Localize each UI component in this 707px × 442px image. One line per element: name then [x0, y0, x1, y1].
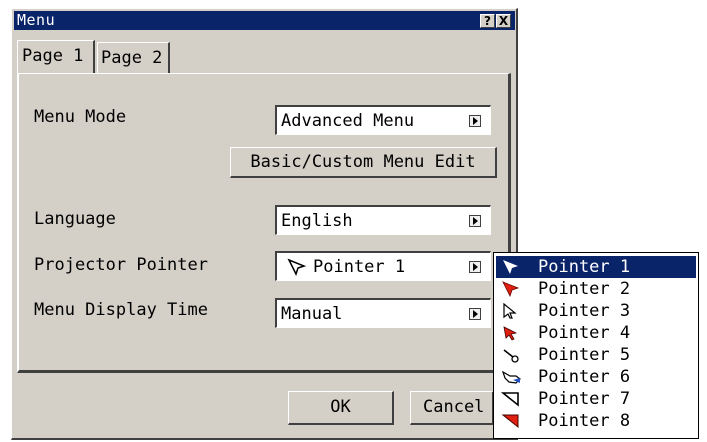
ok-button[interactable]: OK [288, 391, 394, 425]
pointer-option-label: Pointer 6 [538, 367, 631, 387]
chevron-right-icon[interactable] [469, 261, 481, 273]
pointer-option-label: Pointer 5 [538, 345, 631, 365]
language-label: Language [34, 209, 116, 229]
pointer-option-label: Pointer 1 [538, 257, 631, 277]
window-title: Menu [17, 11, 56, 29]
projector-pointer-label: Projector Pointer [34, 255, 208, 275]
cancel-button[interactable]: Cancel [410, 391, 494, 425]
projector-pointer-value: Pointer 1 [313, 257, 406, 277]
pointer-option-4[interactable]: Pointer 4 [496, 322, 696, 344]
title-bar[interactable]: Menu ? X [14, 11, 515, 30]
chevron-right-icon[interactable] [469, 115, 481, 127]
projector-pointer-select[interactable]: Pointer 1 [275, 251, 491, 281]
chevron-right-icon[interactable] [469, 215, 481, 227]
menu-mode-label: Menu Mode [34, 107, 127, 127]
menu-mode-value: Advanced Menu [281, 111, 415, 131]
menu-display-time-select[interactable]: Manual [275, 298, 491, 328]
tab-page-1[interactable]: Page 1 [17, 40, 95, 74]
pointer-option-8[interactable]: Pointer 8 [496, 410, 696, 432]
menu-display-time-label: Menu Display Time [34, 300, 208, 320]
pointer-dropdown-list[interactable]: Pointer 1 Pointer 2 Pointer 3 Pointer 4 … [493, 252, 699, 439]
pointer-option-label: Pointer 3 [538, 301, 631, 321]
pointer-option-7[interactable]: Pointer 7 [496, 388, 696, 410]
language-select[interactable]: English [275, 205, 491, 235]
help-button[interactable]: ? [480, 14, 495, 28]
pointer-option-label: Pointer 8 [538, 411, 631, 431]
language-value: English [281, 211, 353, 231]
pointer-option-1[interactable]: Pointer 1 [496, 256, 696, 278]
pointer-option-3[interactable]: Pointer 3 [496, 300, 696, 322]
pointer-option-label: Pointer 7 [538, 389, 631, 409]
tab-page-2-label: Page 2 [101, 48, 163, 68]
close-button[interactable]: X [496, 14, 511, 28]
pointer-option-6[interactable]: Pointer 6 [496, 366, 696, 388]
menu-mode-select[interactable]: Advanced Menu [275, 105, 491, 135]
pointer-option-2[interactable]: Pointer 2 [496, 278, 696, 300]
tab-page-1-label: Page 1 [22, 46, 84, 66]
arrow-pointer-icon [287, 258, 307, 280]
tab-page-2[interactable]: Page 2 [97, 42, 170, 73]
pointer-option-label: Pointer 4 [538, 323, 631, 343]
chevron-right-icon[interactable] [469, 308, 481, 320]
pointer-option-5[interactable]: Pointer 5 [496, 344, 696, 366]
custom-menu-edit-button[interactable]: Basic/Custom Menu Edit [230, 147, 497, 178]
menu-display-time-value: Manual [281, 304, 343, 324]
pointer-option-label: Pointer 2 [538, 279, 631, 299]
